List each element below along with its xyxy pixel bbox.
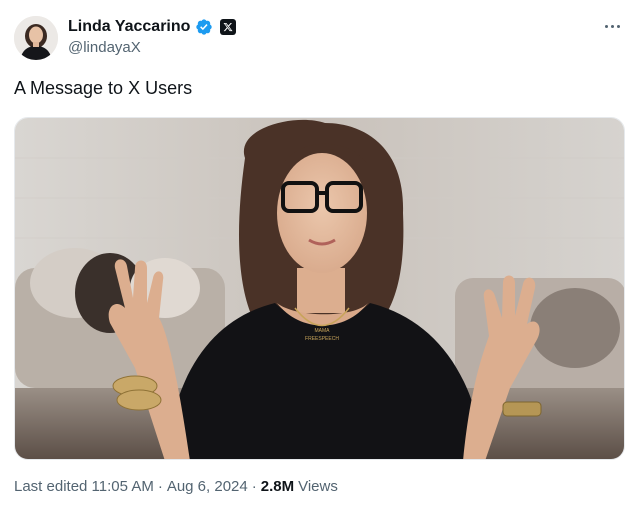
meta-separator: · <box>251 478 257 495</box>
author-name-row: Linda Yaccarino <box>68 16 237 38</box>
avatar-image <box>14 16 58 60</box>
author-handle[interactable]: @lindayaX <box>68 39 141 56</box>
tweet-date[interactable]: Aug 6, 2024 <box>167 478 248 495</box>
views-count: 2.8M <box>260 478 295 495</box>
author-display-name[interactable]: Linda Yaccarino <box>68 18 190 36</box>
meta-separator: · <box>157 478 163 495</box>
more-options-icon[interactable] <box>600 18 624 34</box>
tweet-meta: Last edited 11:05 AM · Aug 6, 2024 · 2.8… <box>14 478 338 495</box>
views-label: Views <box>298 478 338 495</box>
tweet-video[interactable]: MAMA FREESPEECH <box>14 117 625 460</box>
verified-badge-icon[interactable] <box>195 18 213 36</box>
necklace-text-bottom: FREESPEECH <box>305 336 339 342</box>
video-still-image: MAMA FREESPEECH <box>15 118 624 459</box>
necklace-text-top: MAMA <box>315 328 331 334</box>
tweet-text: A Message to X Users <box>14 78 193 98</box>
last-edited-time[interactable]: Last edited 11:05 AM <box>14 478 154 495</box>
more-dot <box>604 24 608 28</box>
more-dot <box>616 24 620 28</box>
x-affiliate-icon[interactable] <box>220 19 237 35</box>
tweet-card: Linda Yaccarino @lindayaX A Message to X… <box>0 0 640 509</box>
x-logo-icon <box>223 22 233 32</box>
avatar[interactable] <box>14 16 58 60</box>
more-dot <box>610 24 614 28</box>
